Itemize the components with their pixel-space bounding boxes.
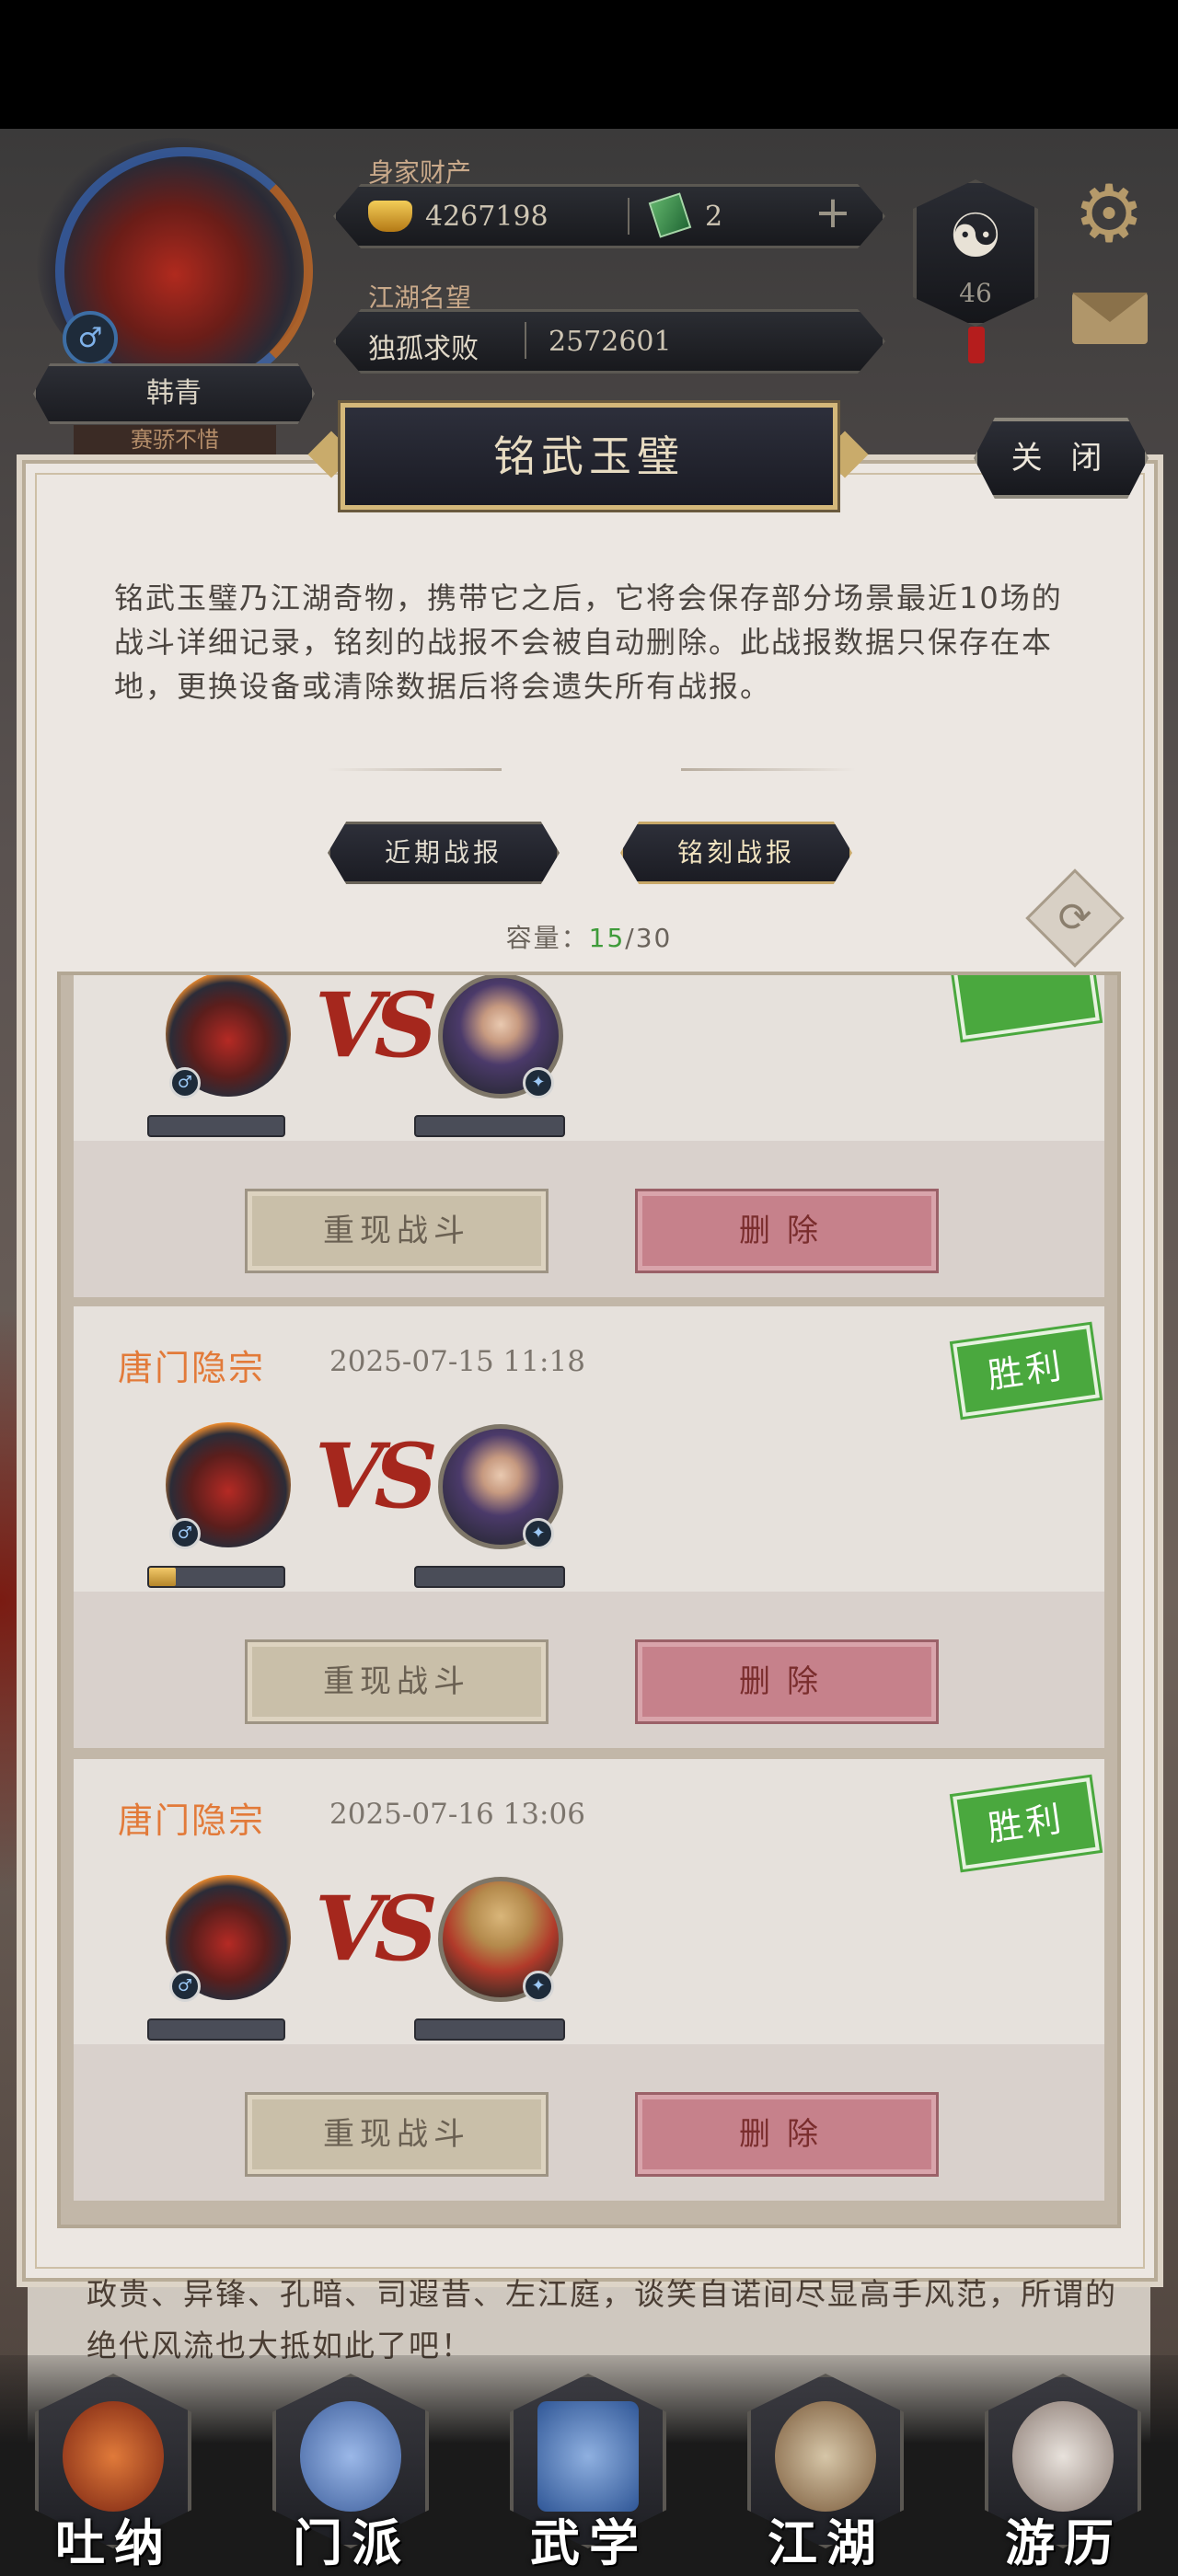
tab-recent-reports[interactable]: 近期战报	[328, 822, 560, 884]
sect-banner-icon	[300, 2401, 401, 2512]
wealth-panel	[333, 184, 885, 248]
capacity-total: /30	[625, 923, 673, 953]
battle-report-list[interactable]: ♂ VS ✦ 重现战斗 删除 唐门隐宗 2025-07-15 11:18 胜利 …	[57, 972, 1121, 2228]
delete-battle-button[interactable]: 删除	[635, 1189, 939, 1273]
battle-card-actions	[74, 2044, 1104, 2201]
battle-date: 2025-07-15 11:18	[329, 1345, 585, 1378]
book-icon	[537, 2401, 639, 2512]
nav-label: 江湖	[768, 2513, 885, 2572]
separator	[628, 198, 629, 235]
divider	[681, 768, 856, 771]
capacity-counter: 容量：15/30	[460, 918, 718, 955]
delete-battle-button[interactable]: 删除	[635, 2092, 939, 2177]
jade-amount: 2	[705, 201, 723, 233]
male-icon: ♂	[169, 1971, 201, 2002]
battle-card: 唐门隐宗 2025-07-15 11:18 胜利 ♂ VS ✦ 重现战斗 删除	[74, 1306, 1104, 1748]
nav-item-martial-arts[interactable]: 武学	[497, 2374, 681, 2576]
replay-battle-button[interactable]: 重现战斗	[245, 1189, 549, 1273]
mail-icon[interactable]	[1072, 293, 1148, 344]
nav-item-sect[interactable]: 门派	[260, 2374, 444, 2576]
male-icon: ♂	[169, 1067, 201, 1098]
nav-label: 门派	[293, 2513, 410, 2572]
tab-engraved-reports[interactable]: 铭刻战报	[620, 822, 852, 884]
weapon-icon: ✦	[523, 1067, 554, 1098]
weapon-icon: ✦	[523, 1518, 554, 1549]
replay-battle-button[interactable]: 重现战斗	[245, 1639, 549, 1724]
capacity-used: 15	[588, 923, 626, 953]
battle-sect: 唐门隐宗	[118, 1800, 266, 1841]
straw-hat-icon	[775, 2401, 876, 2512]
divider	[327, 768, 502, 771]
nav-label: 游历	[1005, 2513, 1123, 2572]
player-title: 赛骄不惜	[74, 425, 276, 454]
close-button[interactable]: 关 闭	[974, 418, 1149, 499]
opponent-hp-bar	[414, 1566, 565, 1588]
opponent-hp-bar	[414, 1115, 565, 1137]
my-hp-bar	[147, 2018, 285, 2041]
fame-value: 2572601	[549, 326, 672, 358]
battle-date: 2025-07-16 13:06	[329, 1798, 585, 1831]
gold-amount: 4267198	[425, 201, 549, 233]
battle-card-actions	[74, 1141, 1104, 1297]
male-icon: ♂	[63, 311, 118, 366]
my-hp-fill	[149, 1568, 177, 1586]
capacity-label: 容量：	[505, 923, 589, 953]
fame-rank: 独孤求败	[368, 333, 479, 365]
separator	[525, 322, 526, 359]
gear-icon[interactable]: ⚙	[1068, 173, 1150, 256]
tassel-decoration	[968, 327, 985, 363]
plus-icon[interactable]: +	[810, 190, 856, 237]
gold-ingot-icon	[368, 201, 412, 232]
nav-item-breathing[interactable]: 吐纳	[22, 2374, 206, 2576]
horse-icon	[1012, 2401, 1114, 2512]
yinyang-icon: ☯	[948, 201, 1003, 271]
battle-card: 唐门隐宗 2025-07-16 13:06 胜利 ♂ VS ✦ 重现战斗 删除	[74, 1759, 1104, 2201]
gourd-icon	[63, 2401, 164, 2512]
nav-label: 武学	[530, 2513, 648, 2572]
modal-description: 铭武玉璧乃江湖奇物，携带它之后，它将会保存部分场景最近10场的战斗详细记录，铭刻…	[114, 581, 1063, 704]
player-level: 46	[959, 278, 992, 308]
male-icon: ♂	[169, 1518, 201, 1549]
weapon-icon: ✦	[523, 1971, 554, 2002]
player-name: 韩青	[33, 363, 315, 424]
my-hp-bar	[147, 1566, 285, 1588]
delete-battle-button[interactable]: 删除	[635, 1639, 939, 1724]
nav-item-travel[interactable]: 游历	[972, 2374, 1156, 2576]
vs-icon: VS	[315, 1877, 438, 1981]
nav-item-jianghu[interactable]: 江湖	[734, 2374, 918, 2576]
modal-title: 铭武玉璧	[341, 403, 837, 510]
refresh-icon: ⟳	[1057, 894, 1092, 941]
opponent-hp-bar	[414, 2018, 565, 2041]
vs-icon: VS	[315, 1424, 438, 1528]
vs-icon: VS	[315, 973, 438, 1077]
my-hp-bar	[147, 1115, 285, 1137]
battle-card: ♂ VS ✦ 重现战斗 删除	[74, 973, 1104, 1297]
battle-card-actions	[74, 1592, 1104, 1748]
replay-battle-button[interactable]: 重现战斗	[245, 2092, 549, 2177]
battle-sect: 唐门隐宗	[118, 1348, 266, 1388]
nav-label: 吐纳	[55, 2513, 173, 2572]
